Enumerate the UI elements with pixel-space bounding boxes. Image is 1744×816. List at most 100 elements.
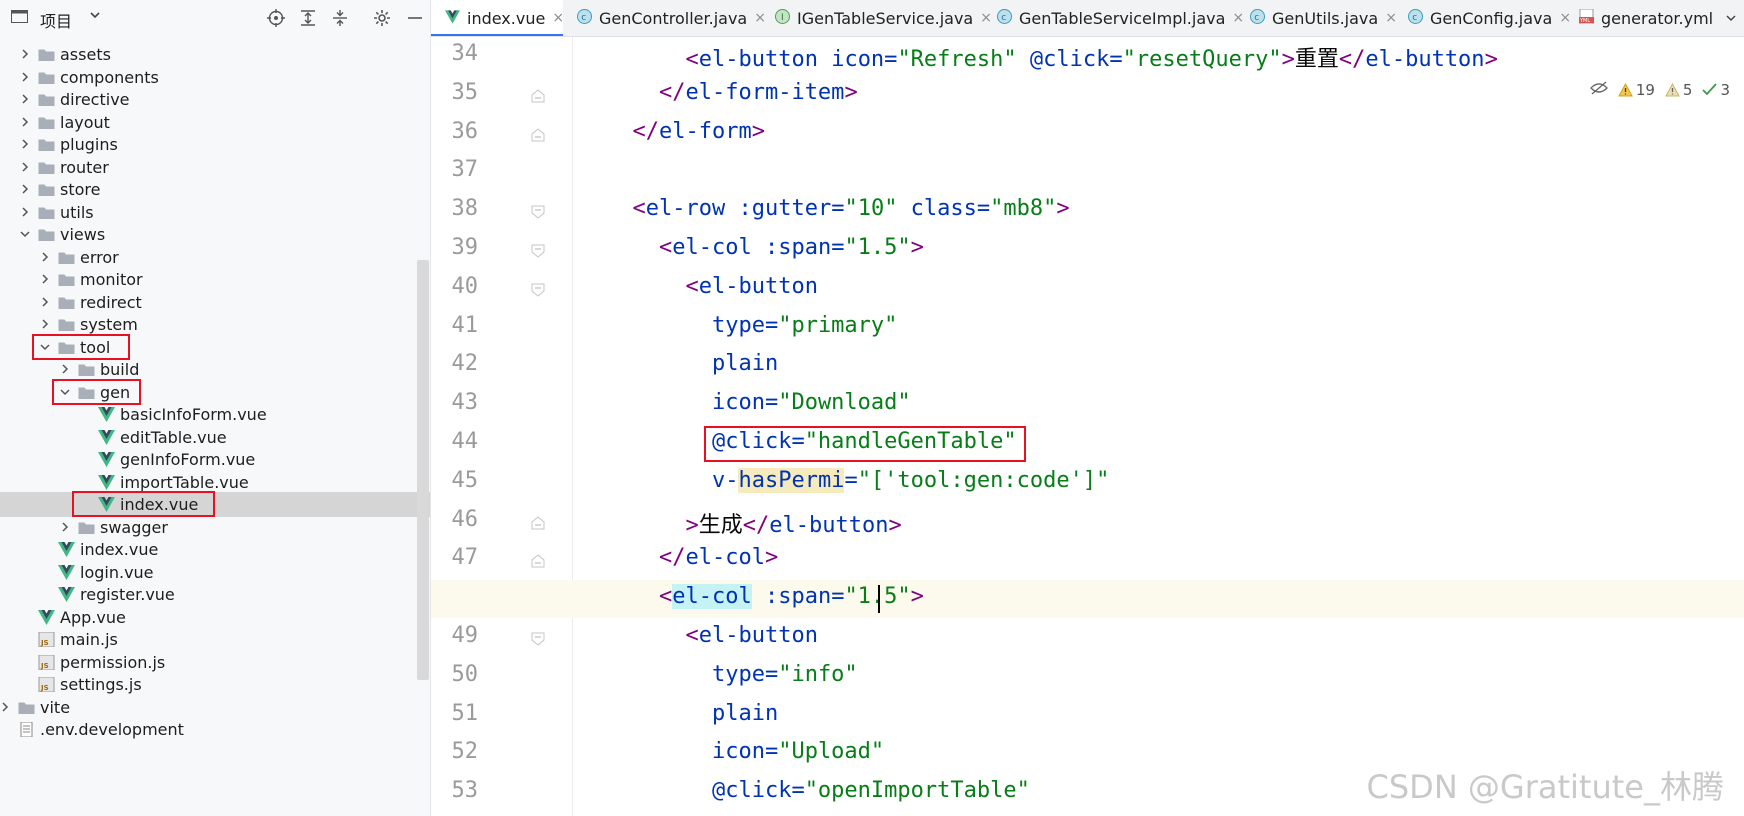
tree-folder[interactable]: layout: [0, 110, 430, 135]
tree-item-label: directive: [60, 90, 130, 109]
gear-icon[interactable]: [372, 8, 392, 28]
fold-icon[interactable]: [531, 515, 545, 530]
chevron-right-icon[interactable]: [18, 136, 32, 150]
highlight-box: [52, 378, 141, 405]
fold-icon[interactable]: [531, 204, 545, 219]
project-panel-title[interactable]: 项目: [40, 8, 72, 32]
chevron-right-icon[interactable]: [18, 91, 32, 105]
chevron-right-icon[interactable]: [18, 159, 32, 173]
expand-all-icon[interactable]: [298, 8, 318, 28]
chevron-right-icon[interactable]: [18, 69, 32, 83]
tree-file[interactable]: JS settings.js: [0, 672, 430, 697]
fold-icon[interactable]: [531, 553, 545, 568]
code-token: class=: [897, 196, 991, 222]
eye-off-icon[interactable]: [1589, 81, 1608, 99]
folder-icon: [38, 227, 55, 242]
tree-file[interactable]: App.vue: [0, 605, 430, 630]
folder-icon: [38, 182, 55, 197]
fold-icon[interactable]: [531, 127, 545, 142]
tree-folder[interactable]: vite: [0, 695, 430, 720]
tab-gencontroller-java[interactable]: c GenController.java ×: [563, 0, 766, 36]
code-token: "primary": [778, 312, 898, 338]
tree-file[interactable]: JS main.js: [0, 627, 430, 652]
typo-count[interactable]: 3: [1702, 81, 1730, 99]
tree-file[interactable]: register.vue: [0, 582, 430, 607]
tree-folder[interactable]: router: [0, 155, 430, 180]
tree-item-label: components: [60, 67, 159, 87]
chevron-right-icon[interactable]: [38, 271, 52, 285]
code-token: "10": [844, 196, 898, 222]
chevron-down-icon[interactable]: [1724, 10, 1738, 29]
inspection-widget[interactable]: 19 5 3: [1589, 81, 1730, 99]
chevron-right-icon[interactable]: [38, 316, 52, 330]
tree-folder[interactable]: store: [0, 177, 430, 202]
chevron-down-icon[interactable]: [18, 226, 32, 240]
chevron-right-icon[interactable]: [18, 181, 32, 195]
tree-folder[interactable]: components: [0, 65, 430, 90]
tab-generator-yml[interactable]: YML generator.yml: [1565, 0, 1736, 36]
tab-gentableserviceimpl-java[interactable]: c GenTableServiceImpl.java ×: [983, 0, 1244, 36]
weak-warning-icon: [1665, 83, 1680, 97]
fold-icon[interactable]: [531, 243, 545, 258]
collapse-all-icon[interactable]: [330, 8, 350, 28]
class-icon: c: [1408, 8, 1423, 28]
scrollbar[interactable]: [417, 260, 429, 680]
code-line: icon="Download": [606, 390, 911, 415]
svg-text:c: c: [581, 13, 586, 23]
chevron-right-icon[interactable]: [0, 699, 12, 713]
tree-item-label: system: [80, 315, 138, 334]
tree-file[interactable]: basicInfoForm.vue: [0, 402, 430, 427]
tree-folder[interactable]: plugins: [0, 132, 430, 157]
code-token: </: [1338, 47, 1366, 72]
fold-icon[interactable]: [531, 631, 545, 646]
tree-item-label: login.vue: [80, 562, 154, 582]
tree-folder[interactable]: error: [0, 245, 430, 270]
tree-folder[interactable]: directive: [0, 87, 430, 112]
code-line: <el-button: [606, 623, 817, 648]
code-token: "Upload": [778, 739, 885, 765]
code-token: 生成: [698, 512, 743, 538]
tree-file[interactable]: importTable.vue: [0, 470, 430, 495]
tab-genconfig-java[interactable]: c GenConfig.java ×: [1394, 0, 1571, 36]
fold-icon[interactable]: [531, 282, 545, 297]
tree-file[interactable]: login.vue: [0, 560, 430, 585]
tree-file[interactable]: .env.development: [0, 717, 430, 742]
tree-file[interactable]: JS permission.js: [0, 650, 430, 675]
tab-igentableservice-java[interactable]: I IGenTableService.java ×: [761, 0, 992, 36]
line-number: 36: [451, 118, 479, 144]
tree-folder[interactable]: utils: [0, 200, 430, 225]
tree-folder[interactable]: redirect: [0, 290, 430, 315]
chevron-right-icon[interactable]: [18, 114, 32, 128]
chevron-right-icon[interactable]: [38, 249, 52, 263]
tree-item-label: settings.js: [60, 675, 142, 694]
tree-item-label: register.vue: [80, 585, 175, 604]
svg-text:c: c: [1412, 13, 1417, 23]
tab-index-vue[interactable]: index.vue ×: [431, 0, 564, 36]
code-token: el-col: [672, 584, 752, 610]
tree-folder[interactable]: swagger: [0, 515, 430, 540]
tree-file[interactable]: editTable.vue: [0, 425, 430, 450]
locate-icon[interactable]: [266, 8, 286, 28]
tree-file[interactable]: index.vue: [0, 537, 430, 562]
tree-folder[interactable]: assets: [0, 42, 430, 67]
code-line: <el-button icon="Refresh" @click="resetQ…: [606, 41, 1497, 73]
chevron-right-icon[interactable]: [38, 294, 52, 308]
warning-count-label: 5: [1682, 81, 1693, 99]
chevron-right-icon[interactable]: [58, 361, 72, 375]
fold-icon[interactable]: [531, 88, 545, 103]
warning-count[interactable]: 5: [1665, 81, 1693, 99]
chevron-down-icon[interactable]: [88, 8, 102, 26]
tree-file[interactable]: genInfoForm.vue: [0, 447, 430, 472]
tree-item-label: redirect: [80, 292, 142, 312]
tree-folder[interactable]: views: [0, 222, 430, 247]
code-editor[interactable]: 3435363738394041424344454647484950515253…: [431, 37, 1744, 816]
folder-icon: [58, 295, 75, 310]
chevron-right-icon[interactable]: [18, 46, 32, 60]
tab-genutils-java[interactable]: c GenUtils.java ×: [1236, 0, 1397, 36]
tree-file[interactable]: index.vue: [0, 492, 430, 517]
chevron-right-icon[interactable]: [18, 204, 32, 218]
tree-folder[interactable]: monitor: [0, 267, 430, 292]
minimize-icon[interactable]: [405, 8, 425, 28]
error-count[interactable]: 19: [1617, 81, 1655, 99]
chevron-right-icon[interactable]: [58, 519, 72, 533]
